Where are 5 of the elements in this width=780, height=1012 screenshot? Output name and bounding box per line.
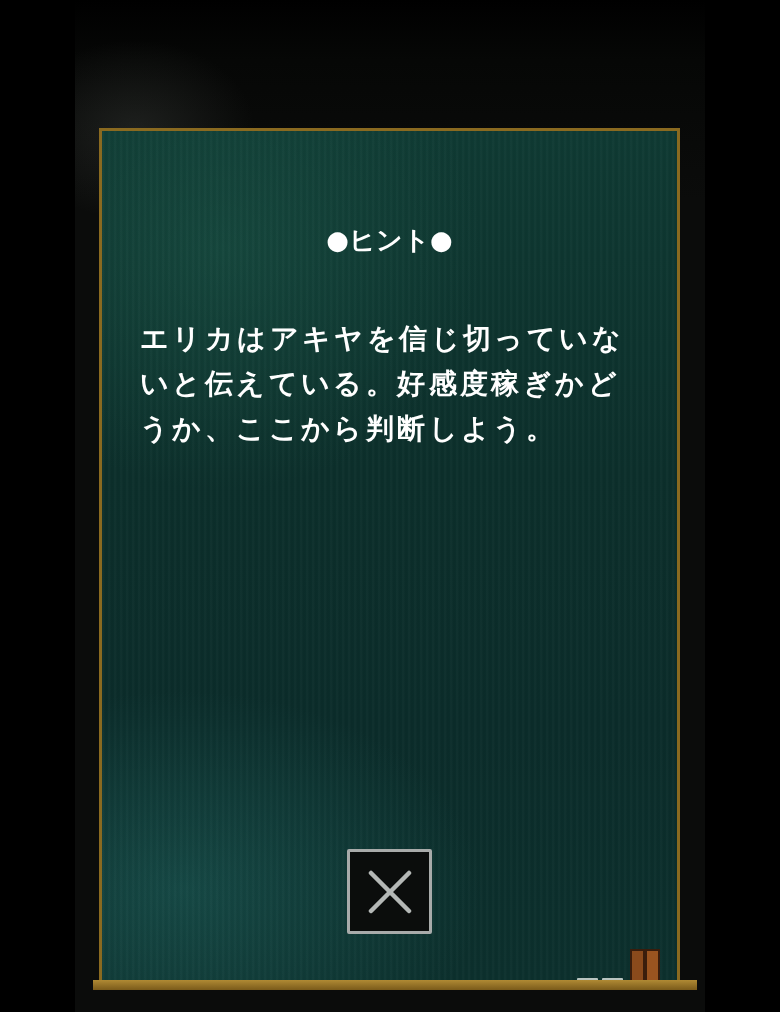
- hint-title: ●ヒント●: [326, 224, 453, 257]
- close-icon: [367, 869, 412, 914]
- close-button[interactable]: [347, 849, 432, 934]
- hint-text: エリカはアキヤを信じ切っていないと伝えている。好感度稼ぎかどうか、ここから判断しよう。: [140, 321, 625, 447]
- eraser-icon: [630, 949, 660, 981]
